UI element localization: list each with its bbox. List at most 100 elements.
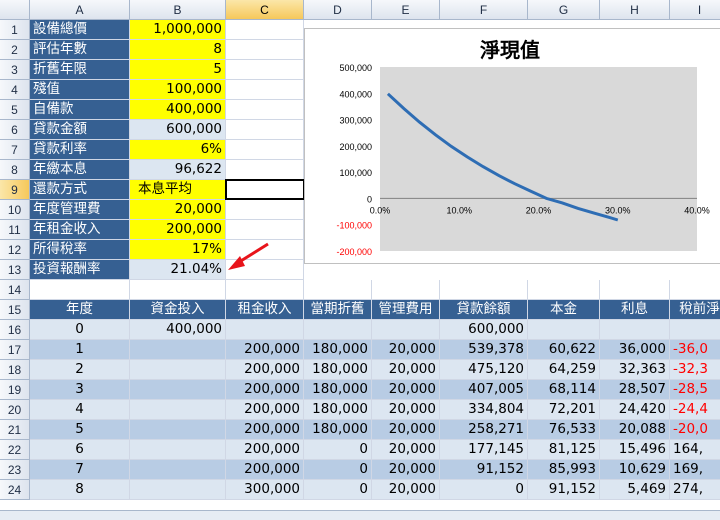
row-header-11[interactable]: 11 [0, 220, 30, 240]
npv-chart[interactable]: 淨現值 500,000 400,000 300,000 200,000 100,000 0… [304, 28, 720, 264]
cell-C7[interactable] [226, 140, 304, 160]
table-cell[interactable]: -28,5 [670, 380, 720, 400]
row-header-24[interactable]: 24 [0, 480, 30, 500]
table-cell[interactable]: 180,000 [304, 360, 372, 380]
cell-C1[interactable] [226, 20, 304, 40]
table-cell[interactable]: 200,000 [226, 420, 304, 440]
row-header-20[interactable]: 20 [0, 400, 30, 420]
table-cell[interactable]: -20,0 [670, 420, 720, 440]
table-cell[interactable]: 200,000 [226, 460, 304, 480]
table-cell[interactable] [372, 320, 440, 340]
column-header-b[interactable]: B [130, 0, 226, 20]
table-cell[interactable] [130, 380, 226, 400]
table-cell[interactable]: 60,622 [528, 340, 600, 360]
table-cell[interactable]: 180,000 [304, 420, 372, 440]
table-cell[interactable]: 180,000 [304, 400, 372, 420]
param-value-input[interactable]: 96,622 [130, 160, 226, 180]
table-cell[interactable]: 5 [30, 420, 130, 440]
column-header-c[interactable]: C [226, 0, 304, 20]
table-cell[interactable]: 20,000 [372, 420, 440, 440]
table-cell[interactable] [130, 480, 226, 500]
column-header-g[interactable]: G [528, 0, 600, 20]
cell-B14[interactable] [130, 280, 226, 300]
table-cell[interactable] [226, 320, 304, 340]
table-cell[interactable]: 0 [440, 480, 528, 500]
row-header-15[interactable]: 15 [0, 300, 30, 320]
row-header-18[interactable]: 18 [0, 360, 30, 380]
table-cell[interactable]: 0 [304, 440, 372, 460]
row-header-6[interactable]: 6 [0, 120, 30, 140]
table-cell[interactable]: 20,000 [372, 440, 440, 460]
table-cell[interactable]: 407,005 [440, 380, 528, 400]
row-header-12[interactable]: 12 [0, 240, 30, 260]
cell-F14[interactable] [440, 280, 528, 300]
param-value-input[interactable]: 200,000 [130, 220, 226, 240]
row-header-23[interactable]: 23 [0, 460, 30, 480]
row-header-1[interactable]: 1 [0, 20, 30, 40]
table-cell[interactable]: 169, [670, 460, 720, 480]
table-cell[interactable]: 20,000 [372, 480, 440, 500]
table-cell[interactable]: 177,145 [440, 440, 528, 460]
table-cell[interactable]: 164, [670, 440, 720, 460]
row-header-17[interactable]: 17 [0, 340, 30, 360]
cell-D14[interactable] [304, 280, 372, 300]
param-value-input[interactable]: 20,000 [130, 200, 226, 220]
cell-C12[interactable] [226, 240, 304, 260]
cell-H14[interactable] [600, 280, 670, 300]
column-header-e[interactable]: E [372, 0, 440, 20]
table-cell[interactable]: 20,000 [372, 400, 440, 420]
table-cell[interactable] [130, 400, 226, 420]
table-cell[interactable]: -32,3 [670, 360, 720, 380]
cell-C10[interactable] [226, 200, 304, 220]
table-cell[interactable] [600, 320, 670, 340]
table-cell[interactable]: -24,4 [670, 400, 720, 420]
table-cell[interactable]: 200,000 [226, 360, 304, 380]
cell-C6[interactable] [226, 120, 304, 140]
table-cell[interactable]: 0 [30, 320, 130, 340]
column-header-d[interactable]: D [304, 0, 372, 20]
row-header-4[interactable]: 4 [0, 80, 30, 100]
table-cell[interactable]: 600,000 [440, 320, 528, 340]
table-cell[interactable]: 539,378 [440, 340, 528, 360]
row-header-10[interactable]: 10 [0, 200, 30, 220]
table-cell[interactable]: 3 [30, 380, 130, 400]
column-header-h[interactable]: H [600, 0, 670, 20]
table-cell[interactable]: 300,000 [226, 480, 304, 500]
table-cell[interactable]: 8 [30, 480, 130, 500]
cell-A14[interactable] [30, 280, 130, 300]
row-header-22[interactable]: 22 [0, 440, 30, 460]
column-header-i[interactable]: I [670, 0, 720, 20]
param-value-input[interactable]: 600,000 [130, 120, 226, 140]
table-cell[interactable]: 0 [304, 460, 372, 480]
row-header-3[interactable]: 3 [0, 60, 30, 80]
table-cell[interactable]: 76,533 [528, 420, 600, 440]
table-cell[interactable] [130, 460, 226, 480]
table-cell[interactable]: 7 [30, 460, 130, 480]
cell-C4[interactable] [226, 80, 304, 100]
table-cell[interactable]: 334,804 [440, 400, 528, 420]
row-header-19[interactable]: 19 [0, 380, 30, 400]
table-cell[interactable]: 24,420 [600, 400, 670, 420]
table-cell[interactable]: 20,088 [600, 420, 670, 440]
table-cell[interactable]: 200,000 [226, 440, 304, 460]
cell-C13[interactable] [226, 260, 304, 280]
table-cell[interactable]: 5,469 [600, 480, 670, 500]
param-value-input[interactable]: 8 [130, 40, 226, 60]
cell-G14[interactable] [528, 280, 600, 300]
row-header-13[interactable]: 13 [0, 260, 30, 280]
row-header-9[interactable]: 9 [0, 180, 30, 200]
row-header-5[interactable]: 5 [0, 100, 30, 120]
table-cell[interactable]: 20,000 [372, 460, 440, 480]
column-header-f[interactable]: F [440, 0, 528, 20]
table-cell[interactable]: 200,000 [226, 400, 304, 420]
cell-C14[interactable] [226, 280, 304, 300]
table-cell[interactable]: 91,152 [440, 460, 528, 480]
row-header-8[interactable]: 8 [0, 160, 30, 180]
table-cell[interactable]: 0 [304, 480, 372, 500]
table-cell[interactable]: 200,000 [226, 380, 304, 400]
table-cell[interactable] [130, 440, 226, 460]
param-value-input[interactable]: 100,000 [130, 80, 226, 100]
table-cell[interactable]: 72,201 [528, 400, 600, 420]
table-cell[interactable] [130, 420, 226, 440]
table-cell[interactable] [130, 360, 226, 380]
